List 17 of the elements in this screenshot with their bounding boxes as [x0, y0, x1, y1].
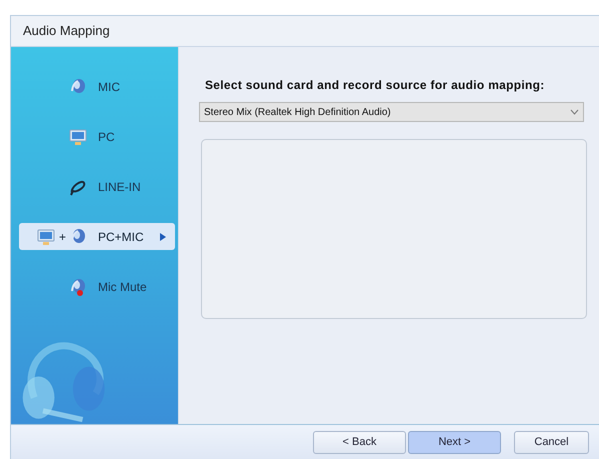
- sidebar-item[interactable]: LINE-IN: [19, 173, 175, 200]
- window-title: Audio Mapping: [23, 22, 110, 40]
- selection-arrow-icon: [160, 232, 166, 240]
- chevron-down-icon: [570, 109, 579, 115]
- monitor-icon: [68, 126, 88, 146]
- sidebar-item[interactable]: Mic Mute: [19, 273, 175, 300]
- instruction-heading: Select sound card and record source for audio mapping:: [204, 77, 546, 94]
- source-dropdown[interactable]: Stereo Mix (Realtek High Definition Audio): [199, 102, 584, 122]
- sidebar-item[interactable]: PC: [19, 123, 175, 150]
- sidebar-item[interactable]: MIC: [19, 73, 175, 100]
- dialog-button[interactable]: Next >: [408, 430, 501, 454]
- microphone-icon: [68, 276, 88, 296]
- sidebar-item[interactable]: + PC+MIC: [19, 223, 175, 250]
- plus-sign: +: [58, 228, 66, 246]
- dialog-button[interactable]: < Back: [313, 430, 406, 454]
- monitor-icon: [34, 226, 57, 246]
- dialog-button[interactable]: Cancel: [514, 430, 589, 454]
